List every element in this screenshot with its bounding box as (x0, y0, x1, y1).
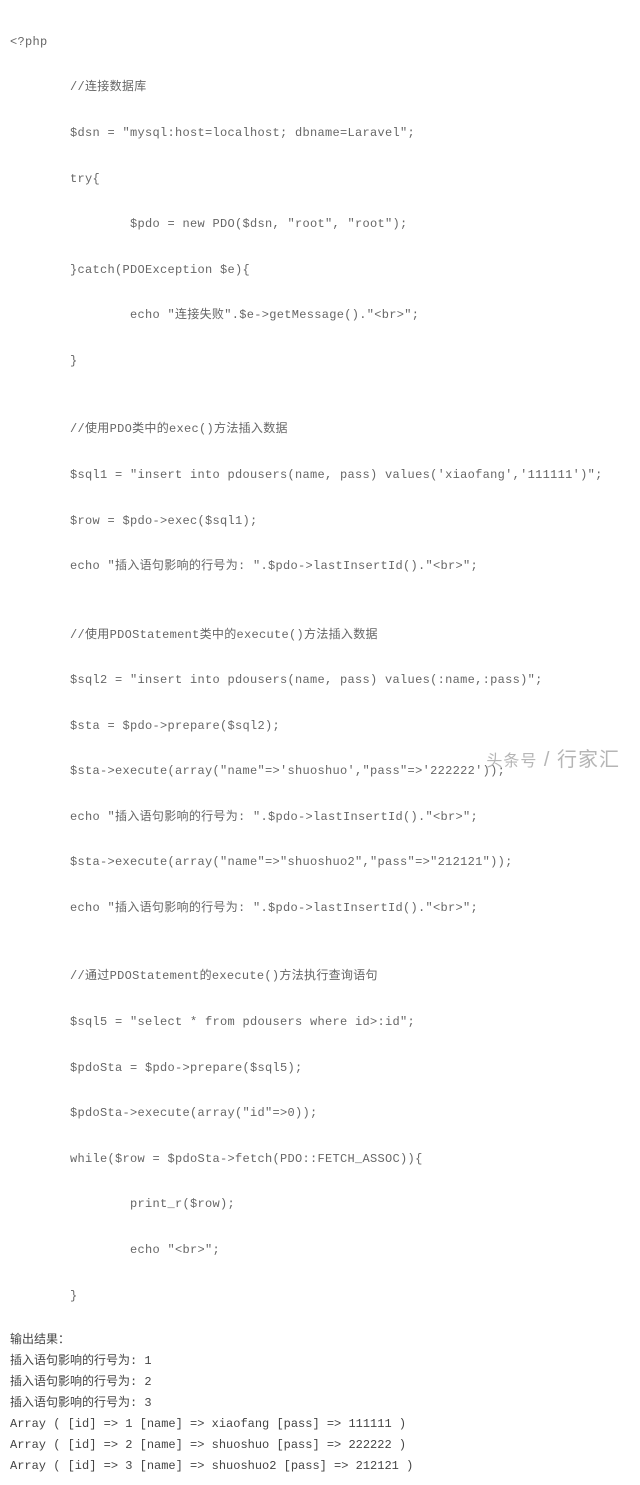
code-line: <?php (10, 31, 630, 54)
code-line: echo "插入语句影响的行号为: ".$pdo->lastInsertId()… (10, 555, 630, 578)
code-line: }catch(PDOException $e){ (10, 259, 630, 282)
code-line: $sql1 = "insert into pdousers(name, pass… (10, 464, 630, 487)
output-line: 插入语句影响的行号为: 1 (10, 1351, 630, 1372)
output-line: 插入语句影响的行号为: 3 (10, 1393, 630, 1414)
code-line: $sta->execute(array("name"=>'shuoshuo',"… (10, 760, 630, 783)
code-line: $row = $pdo->exec($sql1); (10, 510, 630, 533)
code-line: $pdo = new PDO($dsn, "root", "root"); (10, 213, 630, 236)
output-title: 输出结果： (10, 1330, 630, 1351)
code-line: while($row = $pdoSta->fetch(PDO::FETCH_A… (10, 1148, 630, 1171)
code-line: $sta = $pdo->prepare($sql2); (10, 715, 630, 738)
code-line: //使用PDO类中的exec()方法插入数据 (10, 418, 630, 441)
code-line: print_r($row); (10, 1193, 630, 1216)
code-line: $pdoSta = $pdo->prepare($sql5); (10, 1057, 630, 1080)
code-line: //连接数据库 (10, 76, 630, 99)
code-line: //通过PDOStatement的execute()方法执行查询语句 (10, 965, 630, 988)
code-line: $pdoSta->execute(array("id"=>0)); (10, 1102, 630, 1125)
output-line: 插入语句影响的行号为: 2 (10, 1372, 630, 1393)
code-block: <?php //连接数据库 $dsn = "mysql:host=localho… (10, 8, 630, 1330)
code-line: $sql5 = "select * from pdousers where id… (10, 1011, 630, 1034)
code-line: $dsn = "mysql:host=localhost; dbname=Lar… (10, 122, 630, 145)
output-block: 输出结果： 插入语句影响的行号为: 1 插入语句影响的行号为: 2 插入语句影响… (10, 1330, 630, 1477)
code-line: echo "插入语句影响的行号为: ".$pdo->lastInsertId()… (10, 897, 630, 920)
code-line: //使用PDOStatement类中的execute()方法插入数据 (10, 624, 630, 647)
code-line: echo "连接失败".$e->getMessage()."<br>"; (10, 304, 630, 327)
code-line: } (10, 350, 630, 373)
code-line: echo "插入语句影响的行号为: ".$pdo->lastInsertId()… (10, 806, 630, 829)
output-line: Array ( [id] => 1 [name] => xiaofang [pa… (10, 1414, 630, 1435)
code-line: try{ (10, 168, 630, 191)
code-line: } (10, 1285, 630, 1308)
code-line: echo "<br>"; (10, 1239, 630, 1262)
code-line: $sql2 = "insert into pdousers(name, pass… (10, 669, 630, 692)
output-line: Array ( [id] => 2 [name] => shuoshuo [pa… (10, 1435, 630, 1456)
code-line: $sta->execute(array("name"=>"shuoshuo2",… (10, 851, 630, 874)
output-line: Array ( [id] => 3 [name] => shuoshuo2 [p… (10, 1456, 630, 1477)
